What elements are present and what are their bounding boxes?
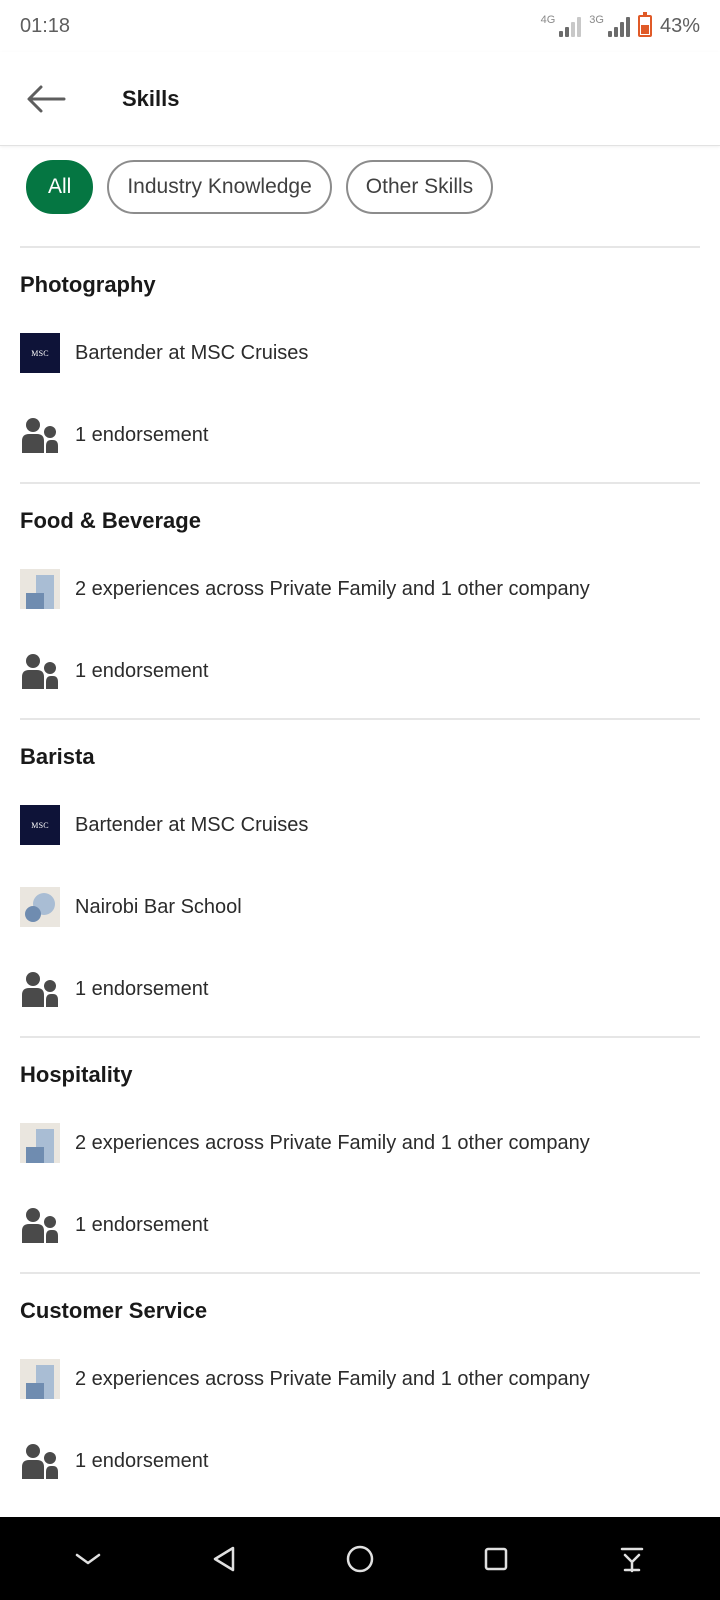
skill-education-row[interactable]: Nairobi Bar School [20,866,700,948]
people-icon [22,654,58,689]
experience-text: Bartender at MSC Cruises [75,341,309,364]
skill-card[interactable]: Customer Service 2 experiences across Pr… [20,1272,700,1508]
skill-card[interactable]: Barista MSC Bartender at MSC Cruises Nai… [20,718,700,1036]
skill-name: Hospitality [20,1062,133,1087]
signal-3g-icon: 3G [589,15,630,37]
endorsement-text: 1 endorsement [75,659,209,682]
filter-chips: All Industry Knowledge Other Skills [26,160,494,214]
company-placeholder-icon [20,569,60,609]
battery-percent: 43% [659,14,700,37]
arrow-down-bar-icon [620,1547,644,1572]
nav-back-button[interactable] [194,1529,254,1589]
msc-logo: MSC [20,805,60,845]
circle-home-icon [346,1545,374,1572]
endorsement-row[interactable]: 1 endorsement [20,394,700,476]
status-bar: 01:18 4G 3G 43% [0,0,720,52]
skill-experience-row[interactable]: MSC Bartender at MSC Cruises [20,312,700,394]
endorsement-text: 1 endorsement [75,977,209,1000]
nav-home-button[interactable] [330,1529,390,1589]
experience-text: 2 experiences across Private Family and … [75,1131,590,1154]
education-text: Nairobi Bar School [75,895,242,918]
endorsement-row[interactable]: 1 endorsement [20,1184,700,1266]
skill-name: Barista [20,744,95,769]
square-recents-icon [484,1547,508,1570]
experience-text: 2 experiences across Private Family and … [75,1367,590,1390]
company-placeholder-icon [20,1359,60,1399]
app-bar: Skills [0,52,720,146]
people-icon [22,1444,58,1479]
skill-card[interactable]: Hospitality 2 experiences across Private… [20,1036,700,1272]
endorsement-text: 1 endorsement [75,1213,209,1236]
page-title: Skills [122,85,180,111]
arrow-left-icon [27,85,66,112]
people-icon [22,972,58,1007]
status-indicators: 4G 3G 43% [541,12,700,38]
endorsement-text: 1 endorsement [75,1449,209,1472]
chip-industry-knowledge[interactable]: Industry Knowledge [107,160,332,214]
endorsement-row[interactable]: 1 endorsement [20,948,700,1030]
skill-name: Food & Beverage [20,508,201,533]
back-button[interactable] [16,69,76,129]
skill-name: Customer Service [20,1298,208,1323]
msc-logo: MSC [20,333,60,373]
skill-card[interactable]: Photography MSC Bartender at MSC Cruises… [20,246,700,482]
skills-list: Photography MSC Bartender at MSC Cruises… [20,246,700,1508]
endorsement-text: 1 endorsement [75,423,209,446]
skill-name: Photography [20,272,156,297]
battery-icon [637,12,652,37]
system-nav-bar [0,1517,720,1600]
network-type-label: 4G [540,14,556,26]
chip-other-skills[interactable]: Other Skills [345,160,494,214]
signal-4g-icon: 4G [541,15,582,37]
company-placeholder-icon [20,1123,60,1163]
endorsement-row[interactable]: 1 endorsement [20,1420,700,1502]
hide-nav-button[interactable] [58,1529,118,1589]
triangle-back-icon [213,1546,235,1571]
experience-text: Bartender at MSC Cruises [75,813,309,836]
school-placeholder-icon [20,887,60,927]
notification-pull-button[interactable] [602,1529,662,1589]
people-icon [22,418,58,453]
people-icon [22,1208,58,1243]
skill-experience-row[interactable]: MSC Bartender at MSC Cruises [20,784,700,866]
chip-all[interactable]: All [26,160,94,214]
skill-experience-row[interactable]: 2 experiences across Private Family and … [20,1338,700,1420]
skill-card[interactable]: Food & Beverage 2 experiences across Pri… [20,482,700,718]
skill-experience-row[interactable]: 2 experiences across Private Family and … [20,1102,700,1184]
network-type-label: 3G [589,14,604,26]
experience-text: 2 experiences across Private Family and … [75,577,590,600]
chevron-down-icon [75,1553,101,1564]
status-time: 01:18 [20,14,71,37]
nav-recents-button[interactable] [466,1529,526,1589]
skill-experience-row[interactable]: 2 experiences across Private Family and … [20,548,700,630]
endorsement-row[interactable]: 1 endorsement [20,630,700,712]
